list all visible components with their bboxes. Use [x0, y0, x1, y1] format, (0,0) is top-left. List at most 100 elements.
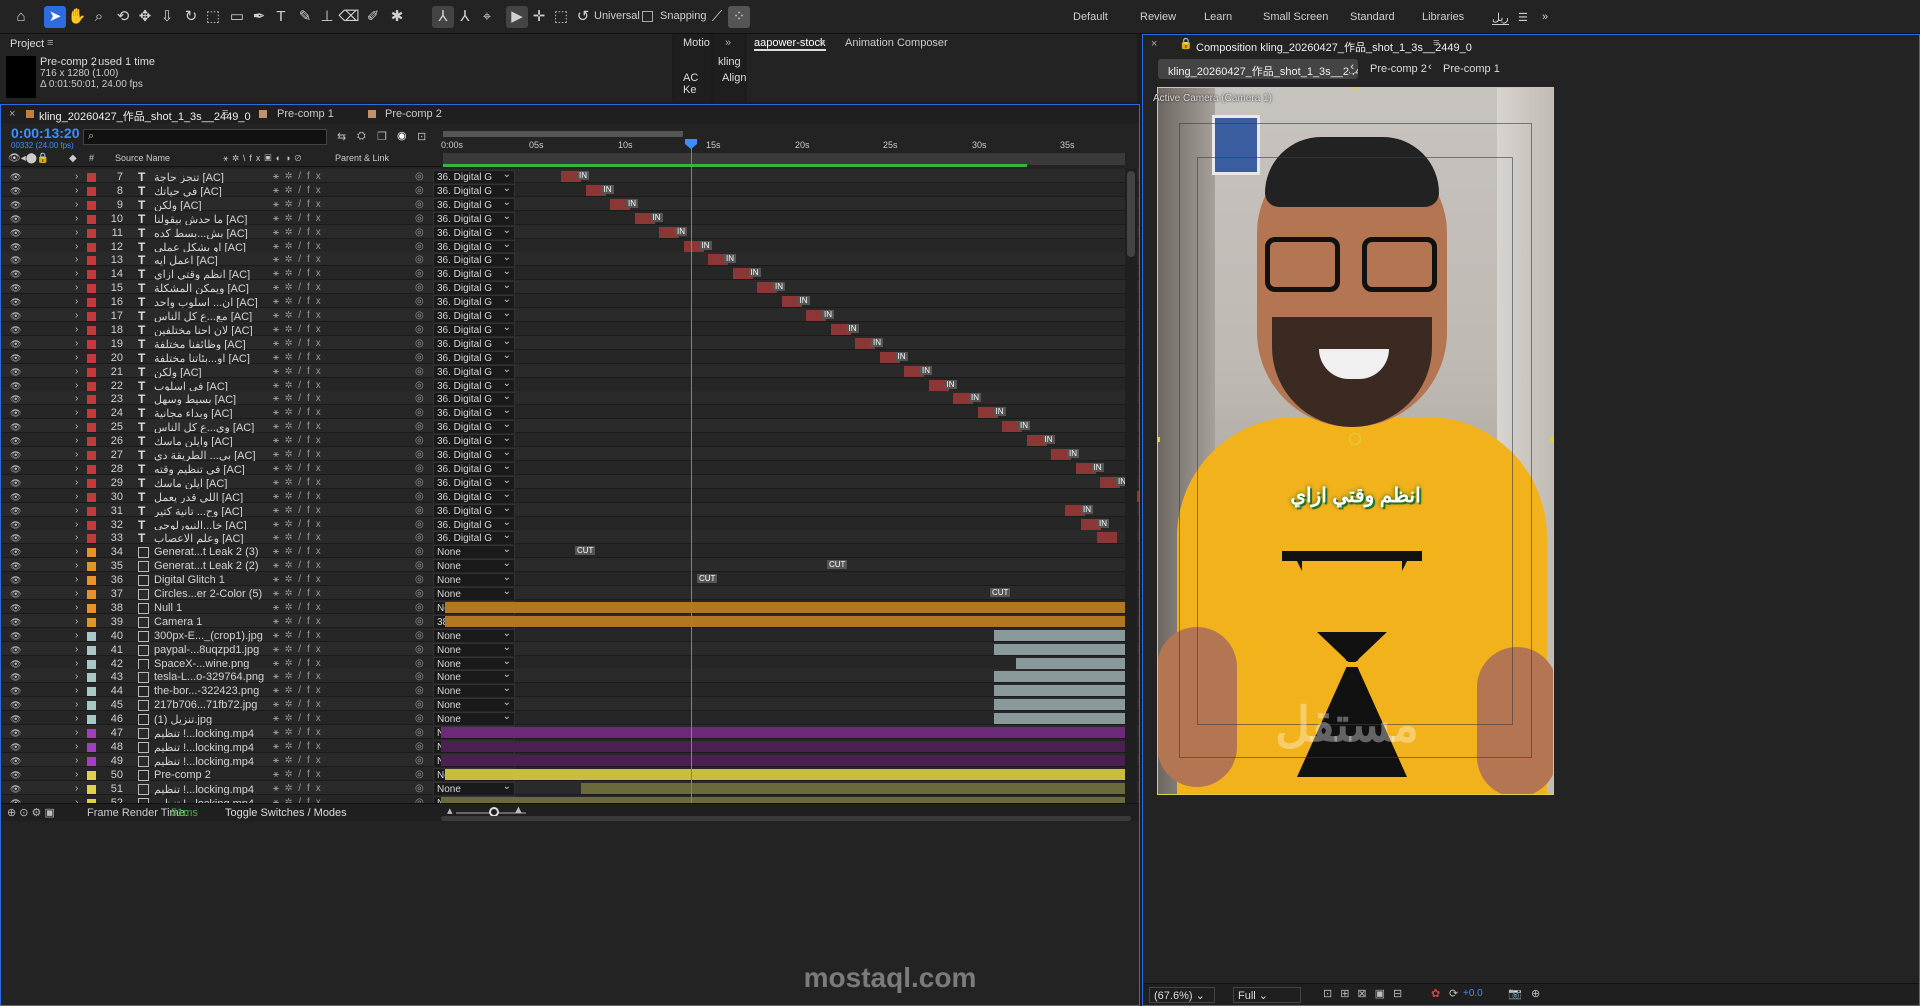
snapshot-icon[interactable]: 📷: [1508, 987, 1522, 1000]
twirl-caret-icon[interactable]: ›: [75, 658, 78, 669]
layer-duration-bar[interactable]: [1016, 657, 1125, 669]
layer-name[interactable]: Digital Glitch 1: [154, 574, 264, 586]
layer-switches[interactable]: ⚹✲/fx: [273, 352, 327, 363]
layer-name[interactable]: the-bor...-322423.png: [154, 685, 264, 697]
visibility-eye-icon[interactable]: 👁: [10, 436, 21, 447]
viewer-option-icons[interactable]: ⊡⊞⊠▣⊟: [1323, 987, 1410, 1000]
layer-switches[interactable]: ⚹✲/fx: [273, 449, 327, 460]
footer-icons[interactable]: ⊕ ⊙ ⚙ ▣: [7, 806, 55, 819]
handle[interactable]: [1157, 437, 1160, 442]
layer-marker[interactable]: IN: [920, 365, 932, 375]
layer-label-color[interactable]: [87, 312, 96, 321]
workspace-small-screen[interactable]: Small Screen: [1263, 11, 1328, 23]
pan-tool-icon[interactable]: ✥: [134, 6, 156, 28]
layer-switches[interactable]: ⚹✲/fx: [273, 685, 327, 696]
visibility-eye-icon[interactable]: 👁: [10, 700, 21, 711]
parent-dropdown[interactable]: 36. Digital G: [433, 531, 515, 546]
layer-switches[interactable]: ⚹✲/fx: [273, 755, 327, 766]
layer-label-color[interactable]: [87, 673, 96, 683]
pickwhip-icon[interactable]: ◎: [415, 352, 424, 363]
layer-label-color[interactable]: [87, 367, 96, 377]
layer-row[interactable]: 👁 › 45 217b706...71fb72.jpg ⚹✲/fx ◎ None: [1, 697, 1139, 713]
layer-switches[interactable]: ⚹✲/fx: [273, 491, 327, 502]
eraser-tool-icon[interactable]: ⌫: [338, 6, 360, 28]
close-tab-icon[interactable]: ×: [9, 108, 15, 120]
work-area-bar[interactable]: [443, 131, 683, 137]
layer-row[interactable]: 👁›47تنظيم !...locking.mp4⚹✲/fx◎None: [1, 725, 1139, 740]
pickwhip-icon[interactable]: ◎: [415, 741, 424, 752]
rectangle-tool-icon[interactable]: ▭: [226, 6, 248, 28]
visibility-eye-icon[interactable]: 👁: [10, 381, 21, 392]
parent-dropdown[interactable]: None: [433, 628, 515, 643]
orbit-tool-icon[interactable]: ⟲: [112, 6, 134, 28]
layer-switches[interactable]: ⚹✲/fx: [273, 644, 327, 655]
pickwhip-icon[interactable]: ◎: [415, 783, 424, 794]
layer-switches[interactable]: ⚹✲/fx: [273, 421, 327, 432]
pickwhip-icon[interactable]: ◎: [415, 310, 424, 321]
home-icon[interactable]: ⌂: [10, 6, 32, 28]
layer-label-color[interactable]: [87, 451, 96, 460]
layer-label-color[interactable]: [87, 603, 96, 613]
parent-dropdown[interactable]: 36. Digital G: [433, 378, 515, 393]
parent-dropdown[interactable]: 36. Digital G: [433, 503, 515, 518]
layer-name[interactable]: Generat...t Leak 2 (3): [154, 546, 264, 558]
comp-viewer[interactable]: انظم وقتي ازاي مستقل: [1157, 87, 1554, 795]
snap-options-icon[interactable]: ⟋: [706, 6, 728, 28]
layer-row[interactable]: 👁 › 31 T وح... تانية كتير [AC] ⚹✲/fx ◎ 36. Digi…: [1, 502, 1139, 518]
timeline-vscrollbar[interactable]: [1125, 169, 1137, 803]
playhead[interactable]: [691, 143, 692, 803]
visibility-eye-icon[interactable]: 👁: [10, 339, 21, 350]
motion-tab[interactable]: Motio: [683, 37, 710, 49]
layer-row[interactable]: 👁 › 24 T وبداء مجانية [AC] ⚹✲/fx ◎ 36. Digital …: [1, 405, 1139, 421]
layer-row[interactable]: 👁 › 18 T لان احنا مختلفين [AC] ⚹✲/fx ◎ 36. Digi…: [1, 321, 1139, 337]
layer-marker[interactable]: IN: [1097, 518, 1109, 528]
pickwhip-icon[interactable]: ◎: [415, 171, 424, 182]
layer-switches[interactable]: ⚹✲/fx: [273, 616, 327, 627]
layer-row[interactable]: 👁 › 25 T وي...ع كل الناس [AC] ⚹✲/fx ◎ 36. Digit…: [1, 419, 1139, 435]
layer-marker[interactable]: IN: [626, 198, 638, 208]
twirl-caret-icon[interactable]: ›: [75, 755, 78, 766]
pickwhip-icon[interactable]: ◎: [415, 296, 424, 307]
twirl-caret-icon[interactable]: ›: [75, 366, 78, 377]
parent-dropdown[interactable]: 36. Digital G: [433, 392, 515, 407]
layer-row[interactable]: 👁›21Tولكن [AC]⚹✲/fx◎36. Digital GIN: [1, 363, 1139, 379]
kling-tab[interactable]: kling: [718, 56, 741, 68]
parent-dropdown[interactable]: 36. Digital G: [433, 517, 515, 532]
twirl-caret-icon[interactable]: ›: [75, 199, 78, 210]
layer-switches[interactable]: ⚹✲/fx: [273, 171, 327, 182]
timeline-hscrollbar[interactable]: [441, 816, 1131, 821]
visibility-eye-icon[interactable]: 👁: [10, 186, 21, 197]
layer-switches[interactable]: ⚹✲/fx: [273, 699, 327, 710]
layer-row[interactable]: 👁 › 46 تنزيل (1).jpg ⚹✲/fx ◎ None: [1, 711, 1139, 727]
pickwhip-icon[interactable]: ◎: [415, 435, 424, 446]
layer-duration-bar[interactable]: [445, 601, 1125, 613]
pickwhip-icon[interactable]: ◎: [415, 213, 424, 224]
animation-composer-tab[interactable]: Animation Composer: [845, 37, 948, 49]
twirl-caret-icon[interactable]: ›: [75, 685, 78, 696]
visibility-eye-icon[interactable]: 👁: [10, 617, 21, 628]
layer-label-color[interactable]: [87, 631, 96, 641]
twirl-caret-icon[interactable]: ›: [75, 630, 78, 641]
parent-dropdown[interactable]: None: [433, 656, 515, 671]
parent-dropdown[interactable]: 36. Digital G: [433, 183, 515, 198]
layer-switches[interactable]: ⚹✲/fx: [273, 185, 327, 196]
current-timecode[interactable]: 0:00:13:20: [11, 125, 80, 141]
twirl-caret-icon[interactable]: ›: [75, 671, 78, 682]
layer-label-color[interactable]: [87, 353, 96, 363]
show-snapshot-icon[interactable]: ⊕: [1531, 987, 1540, 1000]
layer-label-color[interactable]: [87, 645, 96, 655]
workspace-standard[interactable]: Standard: [1350, 11, 1395, 23]
layer-marker[interactable]: CUT: [575, 546, 596, 556]
layer-label-color[interactable]: [87, 548, 96, 558]
visibility-eye-icon[interactable]: 👁: [10, 770, 21, 781]
layer-row[interactable]: 👁›39Camera 1⚹✲/fx◎38. Null 1: [1, 613, 1139, 629]
pickwhip-icon[interactable]: ◎: [415, 713, 424, 724]
twirl-caret-icon[interactable]: ›: [75, 699, 78, 710]
layer-marker[interactable]: CUT: [990, 588, 1011, 597]
layer-row[interactable]: 👁 › 32 T خا...النيورلوجي [AC] ⚹✲/fx ◎ 36. Digit…: [1, 516, 1139, 532]
layer-switches[interactable]: ⚹✲/fx: [273, 310, 327, 321]
layer-switches[interactable]: ⚹✲/fx: [273, 324, 327, 335]
twirl-caret-icon[interactable]: ›: [75, 282, 78, 293]
twirl-caret-icon[interactable]: ›: [75, 338, 78, 349]
parent-dropdown[interactable]: 36. Digital G: [433, 489, 515, 504]
